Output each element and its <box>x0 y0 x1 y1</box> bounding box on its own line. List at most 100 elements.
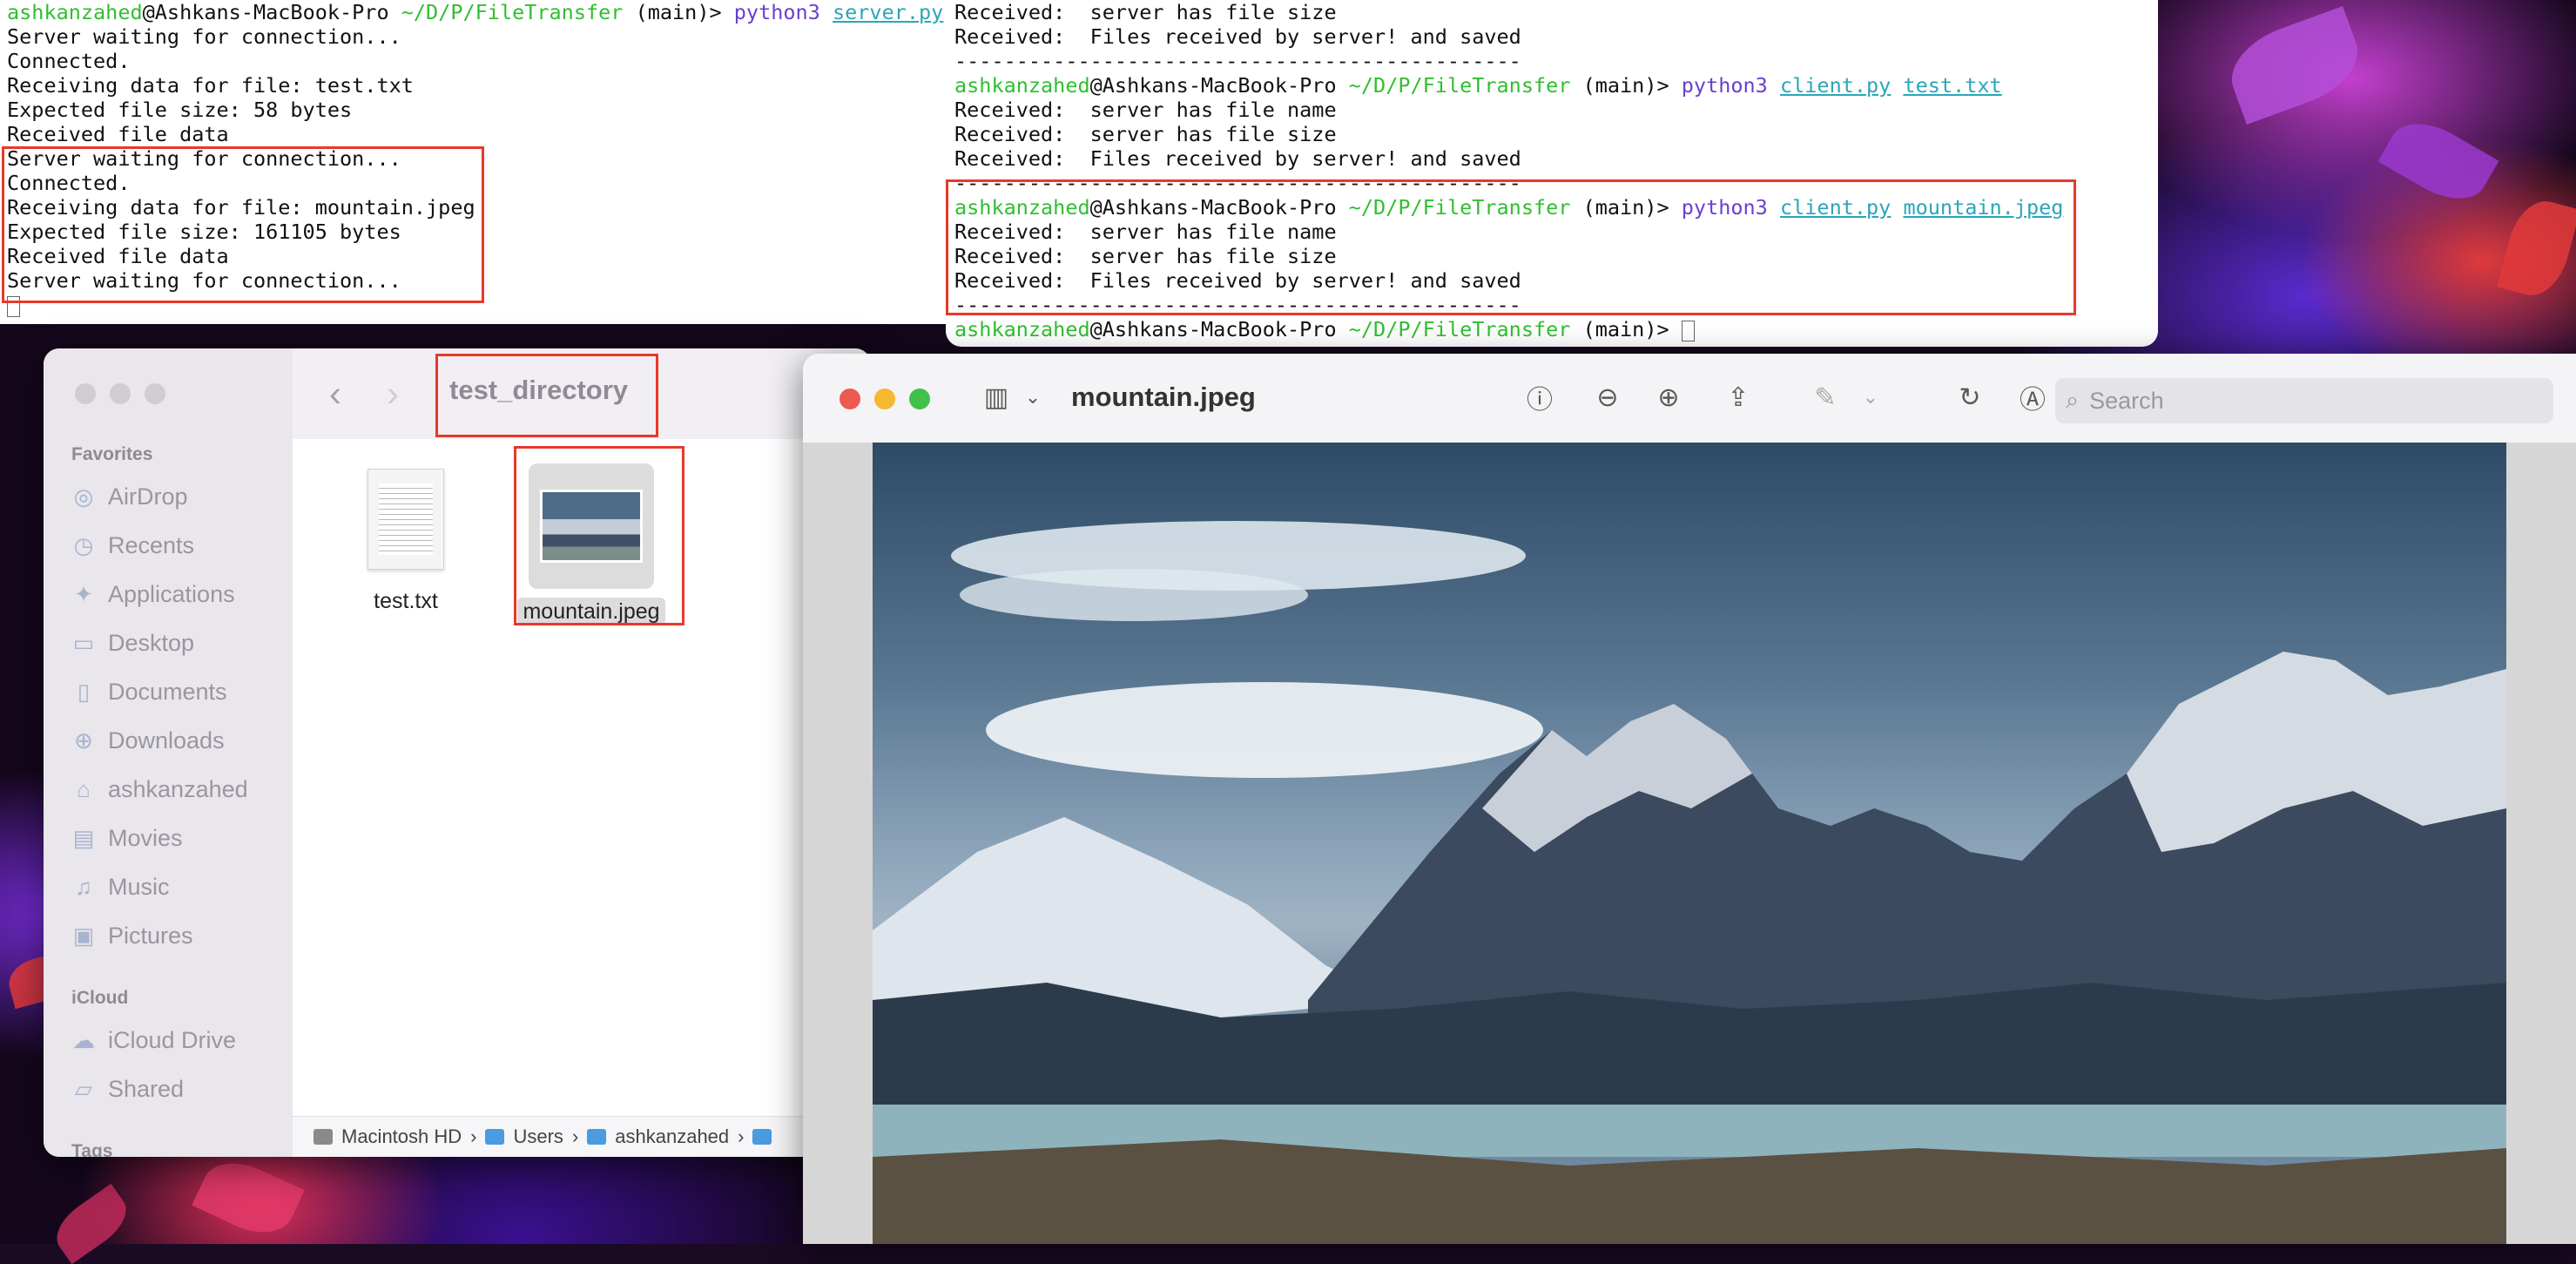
prompt-branch: (main)> <box>623 0 734 24</box>
window-controls <box>75 383 165 404</box>
back-arrow-icon[interactable]: ‹ <box>329 373 341 415</box>
sidebar-item-label: ashkanzahed <box>108 775 248 802</box>
film-icon: ▤ <box>72 824 95 851</box>
terminal-separator: ----------------------------------------… <box>954 49 1521 73</box>
chevron-right-icon: › <box>571 1125 579 1147</box>
sidebar-item-recents[interactable]: ◷ Recents <box>71 526 194 564</box>
markup-icon[interactable]: Ⓐ <box>2015 380 2050 415</box>
airdrop-icon: ◎ <box>73 483 94 510</box>
sidebar-item-label: Downloads <box>108 727 225 754</box>
finder-file-area[interactable]: test.txt mountain.jpeg <box>293 439 871 1117</box>
terminal-output-line: Connected. <box>7 171 131 195</box>
sidebar-item-movies[interactable]: ▤ Movies <box>71 819 183 857</box>
sidebar-item-desktop[interactable]: ▭ Desktop <box>71 624 194 662</box>
sidebar-item-shared[interactable]: ▱ Shared <box>71 1070 184 1108</box>
folder-icon <box>587 1129 607 1145</box>
sidebar-item-music[interactable]: ♫ Music <box>71 868 169 906</box>
home-icon: ⌂ <box>77 775 91 802</box>
zoom-in-icon[interactable]: ⊕ <box>1651 380 1686 415</box>
command-name: python3 <box>1681 73 1768 98</box>
close-button[interactable] <box>840 389 860 409</box>
terminal-cursor <box>1681 320 1695 341</box>
wallpaper-leaf <box>46 1183 137 1264</box>
preview-canvas[interactable] <box>803 443 2576 1244</box>
prompt-path: ~/D/P/FileTransfer <box>1336 317 1571 341</box>
zoom-button[interactable] <box>909 389 930 409</box>
terminal-input-line[interactable] <box>7 293 954 317</box>
terminal-output-line: Received: server has file size <box>954 0 1337 24</box>
terminal-output-line: Received file data <box>7 122 229 146</box>
share-icon[interactable]: ⇪ <box>1721 380 1756 415</box>
minimize-button[interactable] <box>110 383 131 404</box>
sidebar-section-tags: Tags <box>71 1141 113 1157</box>
sidebar-section-favorites: Favorites <box>71 444 153 464</box>
command-arg-link[interactable]: mountain.jpeg <box>1903 195 2063 220</box>
zoom-button[interactable] <box>145 383 165 404</box>
command-name: python3 <box>1681 195 1768 220</box>
document-icon: ▯ <box>77 678 91 705</box>
sidebar-item-label: Pictures <box>108 922 193 949</box>
chevron-down-icon[interactable]: ⌄ <box>1853 380 1888 415</box>
sidebar-toggle-icon[interactable]: ▥ <box>979 380 1014 415</box>
terminal-separator: ----------------------------------------… <box>954 293 1521 317</box>
sidebar-item-icloud-drive[interactable]: ☁ iCloud Drive <box>71 1021 236 1059</box>
file-item-selected[interactable]: mountain.jpeg <box>500 463 683 625</box>
forward-arrow-icon[interactable]: › <box>387 373 399 415</box>
cloud-icon: ☁ <box>72 1026 95 1053</box>
terminal-output-line: Received: Files received by server! and … <box>954 268 1521 293</box>
preview-window[interactable]: ▥ ⌄ mountain.jpeg ⓘ ⊖ ⊕ ⇪ ✎ ⌄ ↻ Ⓐ ⌕ Sear… <box>803 354 2576 1244</box>
path-segment[interactable]: ashkanzahed <box>615 1125 729 1148</box>
zoom-out-icon[interactable]: ⊖ <box>1590 380 1625 415</box>
prompt-user: ashkanzahed <box>954 73 1090 98</box>
command-arg-link[interactable]: test.txt <box>1903 73 2001 98</box>
search-field[interactable]: ⌕ Search <box>2055 378 2553 423</box>
wallpaper-leaf <box>192 1150 305 1246</box>
shared-folder-icon: ▱ <box>75 1075 92 1102</box>
markup-pen-icon[interactable]: ✎ <box>1808 380 1843 415</box>
terminal-output-line: Received: server has file name <box>954 220 1337 244</box>
wallpaper-leaf <box>2496 193 2576 303</box>
terminal-output-line: Expected file size: 161105 bytes <box>7 220 401 244</box>
command-arg-link[interactable]: client.py <box>1780 73 1891 98</box>
music-icon: ♫ <box>75 873 92 900</box>
sidebar-item-airdrop[interactable]: ◎ AirDrop <box>71 477 188 516</box>
path-segment[interactable]: Macintosh HD <box>341 1125 462 1148</box>
rotate-icon[interactable]: ↻ <box>1952 380 1987 415</box>
chevron-down-icon[interactable]: ⌄ <box>1015 380 1050 415</box>
applications-icon: ✦ <box>74 580 93 607</box>
sidebar-item-documents[interactable]: ▯ Documents <box>71 673 227 711</box>
prompt-host: @Ashkans-MacBook-Pro <box>1089 317 1337 341</box>
server-terminal-window[interactable]: ashkanzahed@Ashkans-MacBook-Pro ~/D/P/Fi… <box>0 0 954 324</box>
prompt-branch: (main)> <box>1570 195 1682 220</box>
prompt-user: ashkanzahed <box>954 195 1090 220</box>
client-terminal-window[interactable]: Received: server has file size Received:… <box>946 0 2158 347</box>
sidebar-item-label: Recents <box>108 531 195 558</box>
terminal-output-line: Server waiting for connection... <box>7 146 401 171</box>
command-arg-link[interactable]: client.py <box>1780 195 1891 220</box>
sidebar-item-label: Shared <box>108 1075 185 1102</box>
terminal-output-line: Received: Files received by server! and … <box>954 146 1521 171</box>
hard-drive-icon <box>314 1129 333 1145</box>
sidebar-item-applications[interactable]: ✦ Applications <box>71 575 235 613</box>
finder-window[interactable]: Favorites ◎ AirDrop ◷ Recents ✦ Application… <box>44 348 871 1157</box>
sidebar-item-pictures[interactable]: ▣ Pictures <box>71 916 193 955</box>
path-segment[interactable]: Users <box>513 1125 563 1148</box>
terminal-output-line: Received file data <box>7 244 229 268</box>
prompt-host: @Ashkans-MacBook-Pro <box>1089 195 1337 220</box>
command-arg-link[interactable]: server.py <box>833 0 943 24</box>
close-button[interactable] <box>75 383 96 404</box>
file-name: mountain.jpeg <box>517 598 665 625</box>
terminal-input-line[interactable]: ashkanzahed@Ashkans-MacBook-Pro ~/D/P/Fi… <box>954 317 2158 341</box>
sidebar-item-home[interactable]: ⌂ ashkanzahed <box>71 770 248 808</box>
mountain-photo <box>873 443 2506 1244</box>
minimize-button[interactable] <box>874 389 895 409</box>
terminal-output-line: Received: server has file size <box>954 122 1337 146</box>
preview-toolbar: ▥ ⌄ mountain.jpeg ⓘ ⊖ ⊕ ⇪ ✎ ⌄ ↻ Ⓐ ⌕ Sear… <box>803 354 2576 443</box>
info-icon[interactable]: ⓘ <box>1522 380 1557 415</box>
prompt-host: @Ashkans-MacBook-Pro <box>1089 73 1337 98</box>
terminal-output-line: Received: Files received by server! and … <box>954 24 1521 49</box>
preview-window-title: mountain.jpeg <box>1071 382 1256 412</box>
file-item[interactable]: test.txt <box>336 469 475 614</box>
file-name: test.txt <box>374 589 438 613</box>
sidebar-item-downloads[interactable]: ⊕ Downloads <box>71 721 225 760</box>
